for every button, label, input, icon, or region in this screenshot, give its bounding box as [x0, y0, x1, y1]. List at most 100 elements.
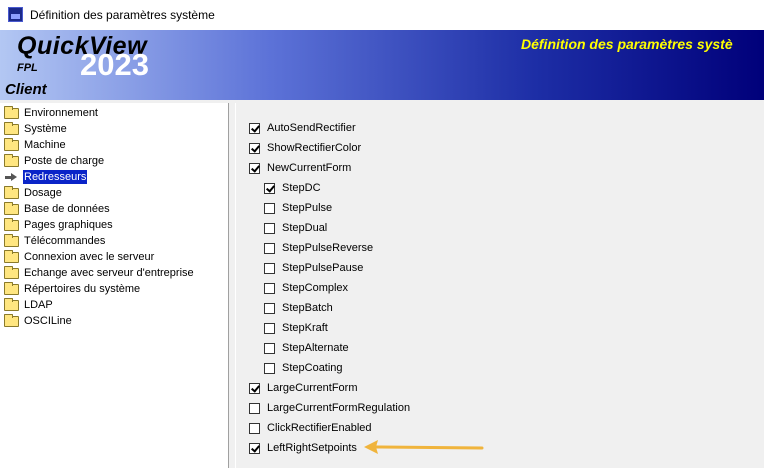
folder-icon: [4, 313, 19, 327]
brand-subtitle: FPL: [17, 62, 38, 74]
tree-item[interactable]: Poste de charge: [4, 153, 105, 169]
option-label: StepPulse: [282, 202, 333, 214]
options-panel: AutoSendRectifier ShowRectifierColor NewCu…: [235, 103, 764, 468]
tree-item-label: Système: [24, 123, 67, 135]
tree-item-label: Dosage: [24, 187, 62, 199]
tree-item[interactable]: Pages graphiques: [4, 217, 114, 233]
tree-item[interactable]: LDAP: [4, 297, 54, 313]
brand-year: 2023: [80, 47, 149, 82]
tree-item[interactable]: Répertoires du système: [4, 281, 141, 297]
tree-item-label: Environnement: [24, 107, 98, 119]
folder-icon: [4, 121, 19, 135]
option-checkbox[interactable]: [249, 442, 260, 454]
option-checkbox[interactable]: [249, 122, 260, 134]
option-checkbox[interactable]: [264, 322, 275, 334]
option-checkbox[interactable]: [264, 302, 275, 314]
option-checkbox[interactable]: [264, 182, 275, 194]
option-checkbox[interactable]: [264, 262, 275, 274]
option-label: StepKraft: [282, 322, 328, 334]
option-label: LargeCurrentForm: [267, 382, 358, 394]
option-checkbox[interactable]: [249, 162, 260, 174]
option-checkbox-row[interactable]: StepCoating: [264, 360, 343, 376]
option-checkbox[interactable]: [264, 202, 275, 214]
folder-icon: [4, 233, 19, 247]
option-label: StepComplex: [282, 282, 349, 294]
tree-item[interactable]: Connexion avec le serveur: [4, 249, 155, 265]
banner-title: Définition des paramètres systè: [521, 36, 733, 52]
folder-icon: [4, 265, 19, 279]
option-checkbox[interactable]: [249, 142, 260, 154]
option-label: StepPulsePause: [282, 262, 364, 274]
tree-item-label: Echange avec serveur d'entreprise: [24, 267, 194, 279]
folder-icon: [4, 281, 19, 295]
option-checkbox-row[interactable]: ClickRectifierEnabled: [249, 420, 372, 436]
option-label: StepCoating: [282, 362, 343, 374]
arrow-right-icon: [4, 172, 19, 183]
option-label: StepDC: [282, 182, 321, 194]
option-checkbox-row[interactable]: StepPulseReverse: [264, 240, 373, 256]
option-label: ClickRectifierEnabled: [267, 422, 372, 434]
option-checkbox-row[interactable]: AutoSendRectifier: [249, 120, 356, 136]
option-label: NewCurrentForm: [267, 162, 352, 174]
option-checkbox-row[interactable]: LeftRightSetpoints: [249, 440, 357, 456]
folder-icon: [4, 201, 19, 215]
option-checkbox[interactable]: [249, 402, 260, 414]
option-checkbox[interactable]: [249, 382, 260, 394]
option-checkbox-row[interactable]: ShowRectifierColor: [249, 140, 361, 156]
tree-item-label: Redresseurs: [23, 170, 88, 184]
option-checkbox-row[interactable]: StepBatch: [264, 300, 333, 316]
settings-tree[interactable]: Environnement Système Machine Poste de char…: [0, 103, 229, 468]
folder-icon: [4, 249, 19, 263]
tree-item-label: OSCILine: [24, 315, 72, 327]
folder-icon: [4, 185, 19, 199]
tree-item[interactable]: Environnement: [4, 105, 99, 121]
folder-icon: [4, 105, 19, 119]
tree-item[interactable]: Machine: [4, 137, 67, 153]
tree-item[interactable]: OSCILine: [4, 313, 73, 329]
option-checkbox[interactable]: [249, 422, 260, 434]
option-checkbox-row[interactable]: StepPulsePause: [264, 260, 363, 276]
option-checkbox[interactable]: [264, 342, 275, 354]
option-checkbox-row[interactable]: StepAlternate: [264, 340, 349, 356]
folder-icon: [4, 217, 19, 231]
tree-item-label: Machine: [24, 139, 66, 151]
option-label: AutoSendRectifier: [267, 122, 356, 134]
tree-item[interactable]: Dosage: [4, 185, 63, 201]
option-checkbox-row[interactable]: StepKraft: [264, 320, 328, 336]
tree-item-label: Base de données: [24, 203, 110, 215]
option-checkbox-row[interactable]: NewCurrentForm: [249, 160, 351, 176]
option-checkbox-row[interactable]: StepPulse: [264, 200, 332, 216]
window-title: Définition des paramètres système: [30, 8, 215, 22]
option-checkbox-row[interactable]: LargeCurrentForm: [249, 380, 357, 396]
tree-item[interactable]: Télécommandes: [4, 233, 106, 249]
folder-icon: [4, 153, 19, 167]
tree-item-label: Pages graphiques: [24, 219, 113, 231]
option-label: LargeCurrentFormRegulation: [267, 402, 411, 414]
tree-item-label: Poste de charge: [24, 155, 105, 167]
tree-item-label: Répertoires du système: [24, 283, 141, 295]
tree-item[interactable]: Base de données: [4, 201, 111, 217]
window-titlebar: Définition des paramètres système: [0, 0, 764, 30]
option-checkbox[interactable]: [264, 362, 275, 374]
option-checkbox-row[interactable]: StepDual: [264, 220, 327, 236]
option-checkbox[interactable]: [264, 282, 275, 294]
tree-item-label: LDAP: [24, 299, 53, 311]
option-checkbox[interactable]: [264, 222, 275, 234]
option-label: StepPulseReverse: [282, 242, 374, 254]
tree-item[interactable]: Echange avec serveur d'entreprise: [4, 265, 195, 281]
tree-item-label: Connexion avec le serveur: [24, 251, 155, 263]
option-checkbox-row[interactable]: LargeCurrentFormRegulation: [249, 400, 410, 416]
header-banner: QuickView FPL 2023 Client Définition des…: [0, 30, 764, 100]
option-label: StepDual: [282, 222, 328, 234]
annotation-arrow-icon: [364, 440, 484, 454]
tree-item[interactable]: Système: [4, 121, 68, 137]
option-checkbox-row[interactable]: StepComplex: [264, 280, 348, 296]
brand-client: Client: [5, 81, 47, 98]
tree-item-label: Télécommandes: [24, 235, 106, 247]
tree-item[interactable]: Redresseurs: [4, 169, 88, 185]
option-checkbox-row[interactable]: StepDC: [264, 180, 321, 196]
app-icon: [8, 7, 23, 22]
option-checkbox[interactable]: [264, 242, 275, 254]
folder-icon: [4, 297, 19, 311]
folder-icon: [4, 137, 19, 151]
